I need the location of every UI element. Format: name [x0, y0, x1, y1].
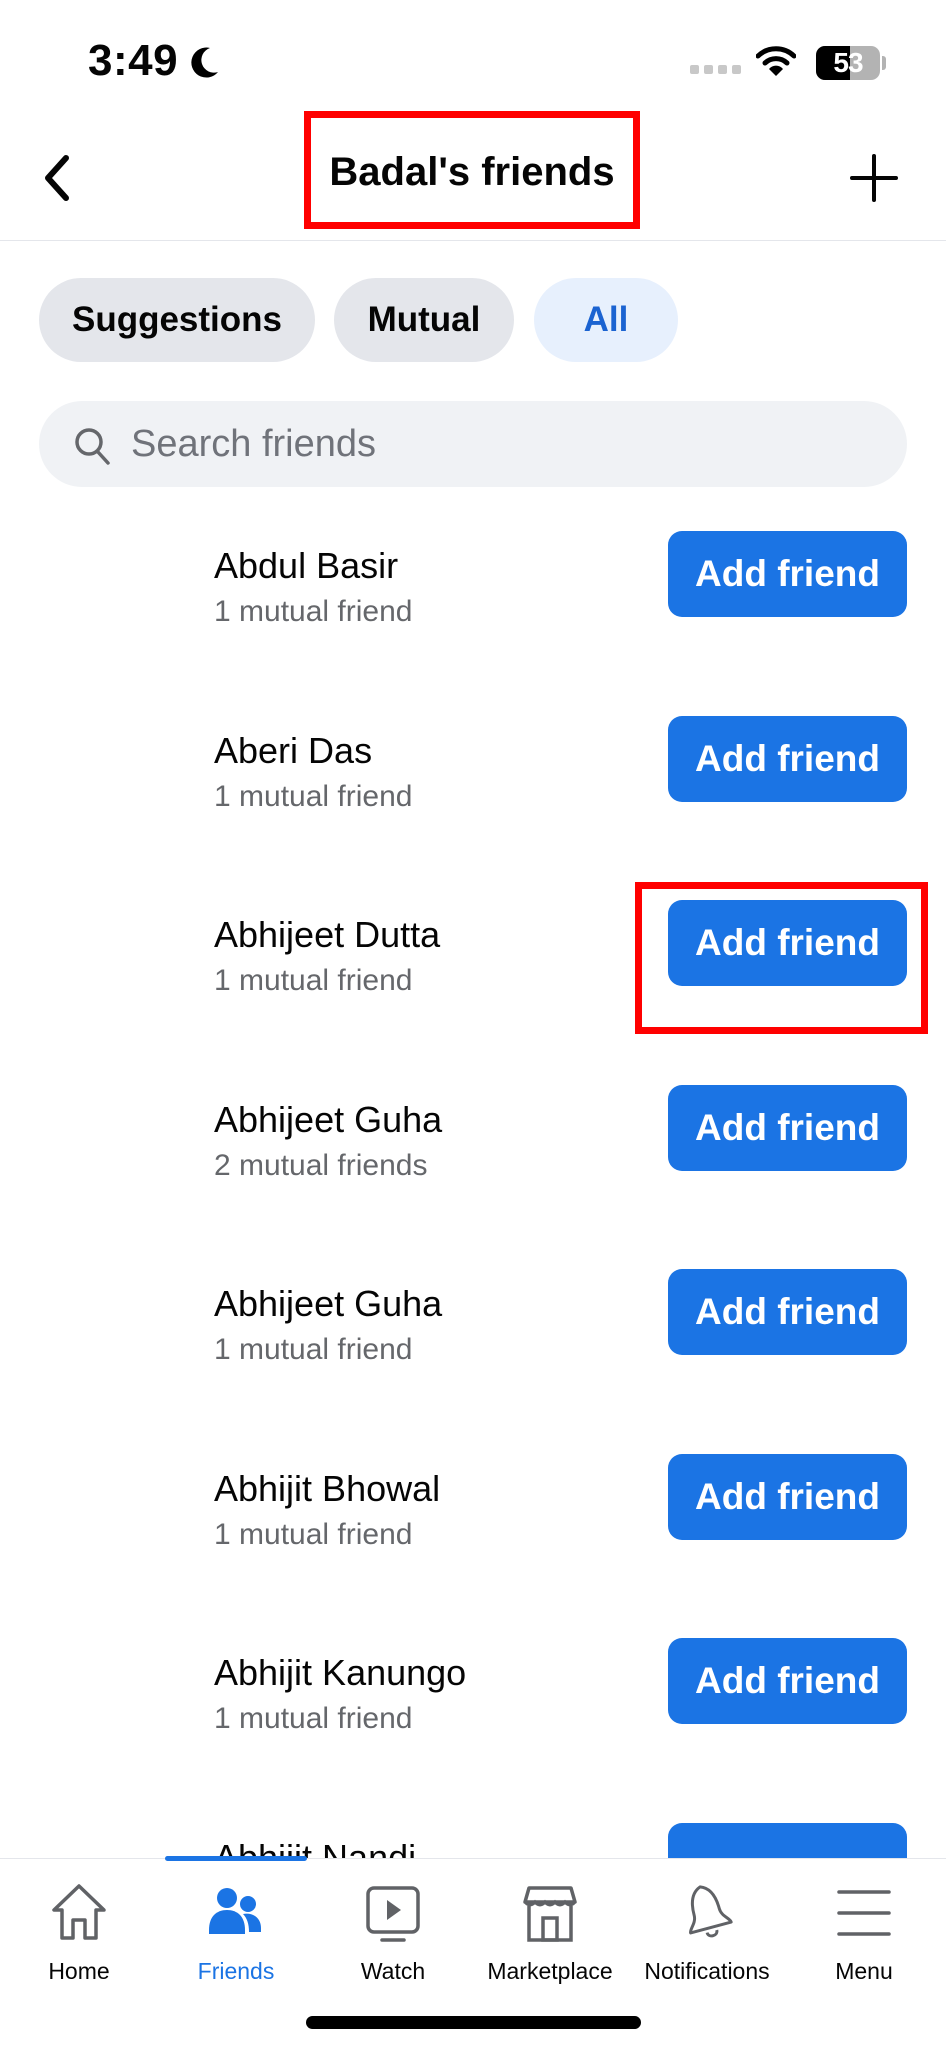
battery-percent: 53: [833, 47, 863, 78]
tab-label: Menu: [835, 1958, 893, 1984]
friends-icon: [209, 1888, 261, 1934]
mutual-friends-count: 2 mutual friends: [214, 1149, 428, 1182]
tab-menu[interactable]: Menu: [785, 1880, 943, 2000]
home-indicator[interactable]: [306, 2016, 641, 2029]
add-friend-button[interactable]: Add friend: [668, 1638, 907, 1724]
mutual-friends-count: 1 mutual friend: [214, 964, 413, 997]
tab-label: Marketplace: [487, 1958, 613, 1984]
menu-icon: [837, 1890, 891, 1936]
watch-icon: [366, 1886, 420, 1942]
moon-icon: [191, 47, 218, 78]
chip-all[interactable]: All: [534, 278, 678, 362]
tab-label: Home: [48, 1958, 110, 1984]
bell-icon: [689, 1885, 733, 1938]
friend-name[interactable]: Abhijit Kanungo: [214, 1652, 466, 1694]
mutual-friends-count: 1 mutual friend: [214, 1333, 413, 1366]
friend-row: Abhijeet Guha 2 mutual friends Add frien…: [0, 1085, 946, 1249]
tab-label: Notifications: [644, 1958, 770, 1984]
add-friend-button[interactable]: Add friend: [668, 1269, 907, 1355]
chip-mutual[interactable]: Mutual: [334, 278, 514, 362]
home-icon: [52, 1884, 106, 1940]
status-time: 3:49: [88, 36, 179, 85]
wifi-icon: [756, 46, 796, 76]
page-title: Badal's friends: [329, 150, 615, 194]
friend-name[interactable]: Abhijit Bhowal: [214, 1468, 440, 1510]
chip-suggestions[interactable]: Suggestions: [39, 278, 315, 362]
add-friend-button[interactable]: Add friend: [668, 1085, 907, 1171]
friend-name[interactable]: Abdul Basir: [214, 545, 398, 587]
chevron-left-icon: [45, 155, 69, 201]
friend-name[interactable]: Aberi Das: [214, 730, 372, 772]
annotation-box-add-friend: [635, 882, 928, 1034]
tab-watch[interactable]: Watch: [314, 1880, 472, 2000]
friend-row: Abhijit Bhowal 1 mutual friend Add frien…: [0, 1454, 946, 1618]
friend-row: Aberi Das 1 mutual friend Add friend: [0, 716, 946, 880]
battery-tip: [882, 56, 886, 70]
mutual-friends-count: 1 mutual friend: [214, 1702, 413, 1735]
add-friend-button[interactable]: Add friend: [668, 531, 907, 617]
marketplace-icon: [523, 1886, 577, 1942]
search-input[interactable]: [131, 401, 871, 487]
friend-name[interactable]: Abhijeet Guha: [214, 1099, 442, 1141]
mutual-friends-count: 1 mutual friend: [214, 1518, 413, 1551]
friend-row: Abhijit Kanungo 1 mutual friend Add frie…: [0, 1638, 946, 1802]
friend-row: Abhijeet Guha 1 mutual friend Add friend: [0, 1269, 946, 1433]
battery-icon: 53: [816, 46, 880, 80]
signal-icon: [690, 65, 741, 74]
back-button[interactable]: [36, 150, 80, 206]
tab-label: Watch: [360, 1958, 426, 1984]
add-friend-header-button[interactable]: [846, 150, 902, 206]
mutual-friends-count: 1 mutual friend: [214, 595, 413, 628]
active-tab-indicator: [165, 1856, 307, 1861]
mutual-friends-count: 1 mutual friend: [214, 780, 413, 813]
friend-name[interactable]: Abhijeet Guha: [214, 1283, 442, 1325]
tab-notifications[interactable]: Notifications: [628, 1880, 786, 2000]
add-friend-button[interactable]: Add friend: [668, 1454, 907, 1540]
add-friend-button[interactable]: Add friend: [668, 716, 907, 802]
plus-icon: [850, 154, 898, 202]
friend-name[interactable]: Abhijeet Dutta: [214, 914, 440, 956]
tab-label: Friends: [197, 1958, 275, 1984]
header-divider: [0, 240, 946, 241]
search-icon: [75, 428, 110, 465]
tab-marketplace[interactable]: Marketplace: [471, 1880, 629, 2000]
tab-friends[interactable]: Friends: [157, 1880, 315, 2000]
tab-home[interactable]: Home: [0, 1880, 158, 2000]
friend-row: Abdul Basir 1 mutual friend Add friend: [0, 531, 946, 695]
